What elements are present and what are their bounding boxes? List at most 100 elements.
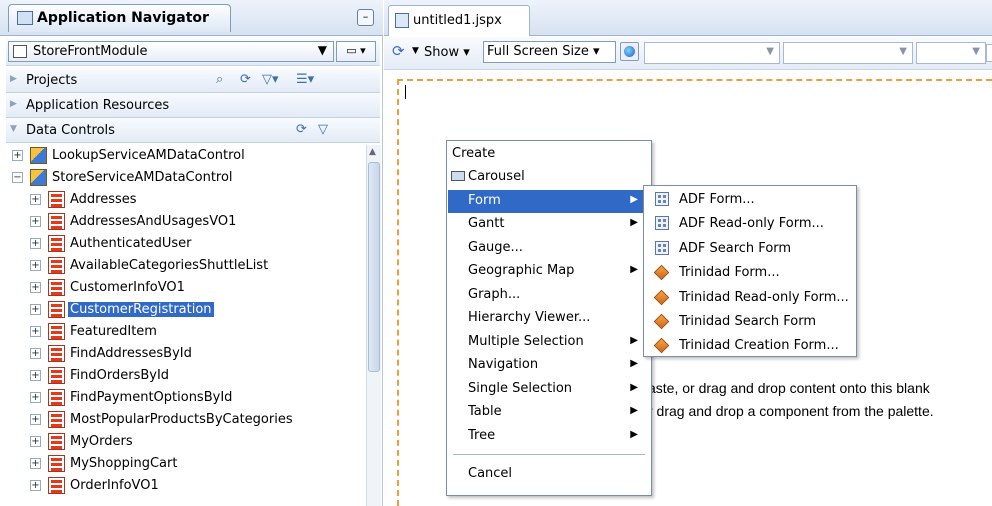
collection-icon [48,389,65,406]
toolbar-overflow[interactable] [986,44,992,62]
menu-item-label: Cancel [468,466,513,481]
options-icon[interactable]: ☰▾ [296,72,314,87]
expand-triangle-icon: ▶ [10,99,17,109]
tree-row-label: MostPopularProductsByCategories [70,412,293,427]
menu-item-gantt[interactable]: Gantt ▶ [448,213,650,236]
expand-icon[interactable]: + [30,304,41,315]
tree-row-label: StoreServiceAMDataControl [52,170,233,185]
file-tab[interactable]: untitled1.jspx [388,5,530,36]
submenu-arrow-icon: ▶ [630,193,638,205]
menu-item-single-selection[interactable]: Single Selection ▶ [448,378,650,401]
tree-row[interactable]: + Addresses [6,189,366,211]
expand-icon[interactable]: + [30,348,41,359]
menu-item-multiple-selection[interactable]: Multiple Selection ▶ [448,331,650,354]
globe-icon[interactable] [620,42,639,61]
expand-icon[interactable]: + [30,370,41,381]
menu-item-cancel[interactable]: Cancel [448,463,650,486]
submenu-arrow-icon: ▶ [630,405,638,416]
submenu-item[interactable]: ADF Read-only Form... [645,212,855,236]
menu-item-label: Tree [468,427,496,443]
tree-row[interactable]: + CustomerInfoVO1 [6,277,366,299]
expand-icon[interactable]: + [30,282,41,293]
filter-icon[interactable]: ▽▾ [262,72,279,87]
tree-row[interactable]: + OrderInfoVO1 [6,475,366,497]
tree-row[interactable]: + LookupServiceAMDataControl [6,145,366,167]
tree-row[interactable]: + FindPaymentOptionsById [6,387,366,409]
expand-icon[interactable]: + [30,238,41,249]
chevron-down-icon[interactable]: ▼ [412,46,419,56]
tree-row[interactable]: + AvailableCategoriesShuttleList [6,255,366,277]
menu-item-navigation[interactable]: Navigation ▶ [448,354,650,377]
submenu-item[interactable]: Trinidad Search Form [645,310,855,334]
screen-size-select[interactable]: Full Screen Size ▾ [483,41,616,63]
menu-item-form[interactable]: Form ▶ [448,189,650,213]
expand-icon[interactable]: + [30,392,41,403]
expand-icon[interactable]: + [12,150,23,161]
menu-item-table[interactable]: Table ▶ [448,401,650,424]
tree-row[interactable]: + MyShoppingCart [6,453,366,475]
menu-item-label: Carousel [468,169,525,184]
form-submenu: ADF Form... ADF Read-only Form... ADF Sear… [643,185,857,357]
expand-icon[interactable]: + [30,458,41,469]
module-options-button[interactable]: ▭ ▾ [336,41,376,62]
navigator-tab[interactable]: Application Navigator [8,4,231,32]
scroll-up-arrow-icon[interactable]: ▲ [369,147,376,157]
filter-icon[interactable]: ▽ [318,122,328,137]
submenu-item[interactable]: ADF Form... [645,188,855,212]
submenu-item[interactable]: Trinidad Creation Form... [645,334,855,358]
expand-icon[interactable]: + [30,414,41,425]
tree-row[interactable]: + MostPopularProductsByCategories [6,409,366,431]
collection-icon [48,191,65,208]
expand-icon[interactable]: + [30,194,41,205]
module-select[interactable]: StoreFrontModule ▼ [8,41,334,62]
menu-item-graph[interactable]: Graph... [448,284,650,307]
find-icon[interactable]: ⌕ [216,72,223,87]
font-combo[interactable]: ▼ [783,42,913,64]
submenu-item[interactable]: Trinidad Read-only Form... [645,286,855,310]
refresh-icon[interactable]: ⟳ [240,72,251,87]
trinidad-icon [653,338,670,354]
collection-icon [48,323,65,340]
menu-item-gauge[interactable]: Gauge... [448,237,650,260]
expand-icon[interactable]: + [30,436,41,447]
style-combo[interactable]: ▼ [644,42,780,64]
menu-item-carousel[interactable]: Carousel [448,166,650,189]
tree-row[interactable]: + AuthenticatedUser [6,233,366,255]
module-select-value: StoreFrontModule [33,44,148,59]
refresh-icon[interactable]: ⟳ [296,122,307,137]
show-menu[interactable]: Show ▾ [424,45,470,60]
submenu-item-label: Trinidad Creation Form... [679,338,839,354]
tree-row[interactable]: + AddressesAndUsagesVO1 [6,211,366,233]
expand-icon[interactable]: + [30,260,41,271]
submenu-item[interactable]: Trinidad Form... [645,261,855,285]
size-combo[interactable]: ▼ [916,42,986,64]
expand-icon[interactable]: + [30,216,41,227]
submenu-item[interactable]: ADF Search Form [645,237,855,261]
accordion-data-controls[interactable]: ▼ Data Controls ⟳ ▽ [6,118,380,143]
menu-item-geographic-map[interactable]: Geographic Map ▶ [448,260,650,283]
menu-item-label: Hierarchy Viewer... [468,310,591,325]
tree-row[interactable]: − StoreServiceAMDataControl [6,167,366,189]
menu-item-hierarchy-viewer[interactable]: Hierarchy Viewer... [448,307,650,330]
accordion-projects[interactable]: ▶ Projects ⌕ ⟳ ▽▾ ☰▾ [6,68,380,93]
tree-row[interactable]: + FindOrdersById [6,365,366,387]
menu-item-tree[interactable]: Tree ▶ [448,425,650,448]
scrollbar-thumb[interactable] [368,162,380,372]
tree-row[interactable]: + FeaturedItem [6,321,366,343]
jspx-file-icon [395,13,409,28]
minimize-button[interactable]: – [357,9,374,26]
chevron-down-icon: ▼ [766,46,774,57]
tree-row-label: Addresses [70,192,137,207]
submenu-arrow-icon: ▶ [630,381,638,393]
submenu-arrow-icon: ▶ [630,428,638,440]
collapse-icon[interactable]: − [12,172,23,183]
accordion-application-resources[interactable]: ▶ Application Resources [6,93,380,118]
tree-row[interactable]: + CustomerRegistration [6,299,366,321]
refresh-icon[interactable]: ⟳ [392,42,405,60]
tree-row[interactable]: + FindAddressesById [6,343,366,365]
expand-icon[interactable]: + [30,326,41,337]
tree-row[interactable]: + MyOrders [6,431,366,453]
menu-header: Create [448,143,650,166]
expand-icon[interactable]: + [30,480,41,491]
collapse-triangle-icon: ▼ [10,124,17,134]
